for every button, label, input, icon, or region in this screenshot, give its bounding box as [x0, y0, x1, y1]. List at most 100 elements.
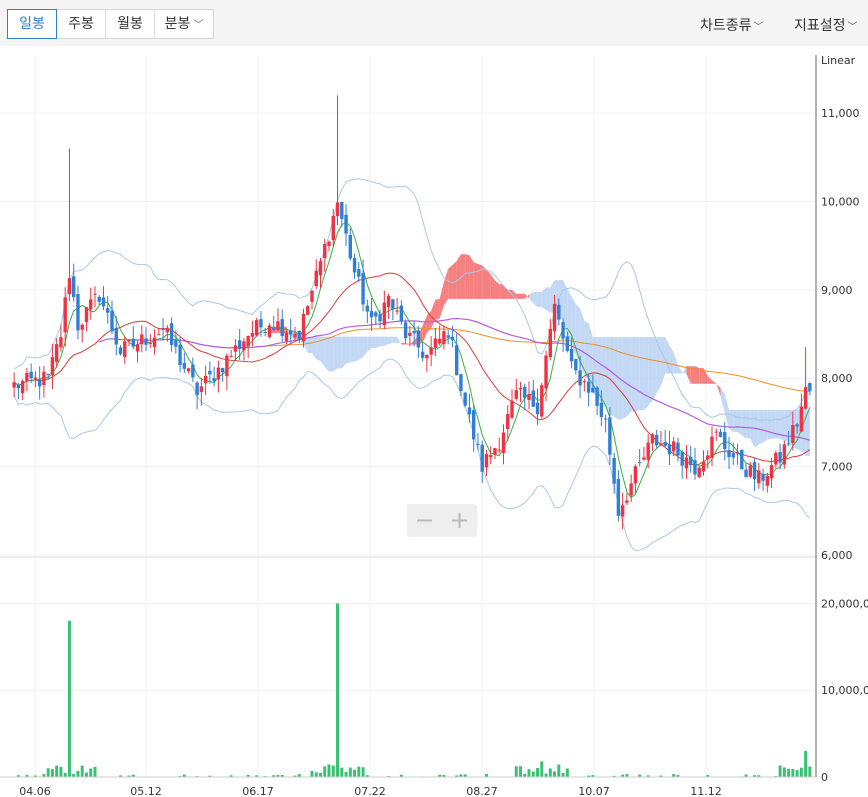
candle-body [795, 424, 799, 427]
candle-body [42, 371, 46, 386]
stock-chart[interactable]: Linear 6,000 7,000 8,000 9,000 10,000 11,000 0 1… [0, 0, 868, 797]
cloud-segment [541, 287, 547, 310]
candle-body [123, 341, 127, 357]
candle-body [408, 332, 412, 336]
cloud-segment [763, 409, 768, 443]
candle-body [484, 454, 489, 468]
candle-body [493, 448, 497, 455]
candle-body [135, 344, 140, 352]
volume-bar [310, 770, 314, 777]
cloud-segment [686, 366, 691, 384]
candle-body [225, 355, 229, 377]
volume-bar [331, 765, 335, 777]
volume-bar [553, 771, 557, 777]
candle-body [574, 358, 578, 371]
candle-body [752, 462, 757, 480]
candle-body [37, 379, 42, 387]
candle-body [429, 347, 433, 355]
cloud-segment [643, 337, 649, 411]
candle-body [684, 457, 689, 469]
candle-body [233, 345, 238, 352]
candle-body [527, 394, 531, 400]
candle-body [578, 370, 582, 386]
cloud-segment [639, 337, 644, 411]
candle-body [663, 442, 667, 446]
cloud-segment [712, 380, 717, 384]
tab-daily[interactable]: 일봉 [7, 9, 57, 39]
candle-body [131, 338, 135, 347]
candle-body [569, 349, 574, 362]
zoom-out-button[interactable]: − [407, 504, 442, 537]
candle-body [514, 390, 518, 399]
candle-body [646, 442, 650, 460]
x-tick-label: 08.27 [466, 785, 498, 797]
cloud-segment [716, 383, 721, 396]
candle-body [459, 374, 463, 391]
volume-bar [55, 765, 59, 777]
cloud-segment [631, 337, 636, 412]
cloud-segment [741, 409, 747, 439]
cloud-segment [537, 291, 542, 308]
cloud-segment [371, 336, 376, 348]
cloud-segment [358, 336, 364, 361]
candle-body [433, 338, 438, 348]
cloud-segment [354, 336, 359, 362]
candle-body [531, 390, 535, 407]
grid-lines [0, 55, 816, 778]
candle-body [561, 322, 565, 339]
volume-bar [514, 766, 518, 777]
candle-body [489, 455, 493, 458]
cloud-segment [363, 336, 368, 358]
volume-bar [557, 764, 561, 777]
candle-body [642, 457, 646, 460]
volume-tick-label: 0 [821, 771, 828, 784]
candle-body [735, 453, 740, 455]
candle-body [203, 375, 208, 384]
volume-bar [544, 773, 548, 777]
candle-body [297, 330, 301, 340]
candlestick-series [12, 95, 812, 530]
candle-body [523, 386, 527, 398]
cloud-segment [346, 336, 351, 364]
candle-body [335, 202, 340, 217]
zoom-in-button[interactable]: + [442, 504, 477, 537]
candle-body [118, 347, 123, 355]
x-tick-label: 06.17 [242, 785, 274, 797]
candle-body [220, 368, 225, 373]
candle-body [93, 293, 97, 295]
cloud-segment [341, 336, 347, 369]
candle-body [391, 299, 395, 310]
candle-body [633, 466, 638, 484]
candle-body [357, 269, 361, 277]
candle-body [786, 443, 791, 445]
candle-body [535, 402, 540, 415]
candle-body [50, 357, 55, 376]
candle-body [586, 381, 591, 393]
cloud-segment [720, 387, 725, 414]
price-tick-label: 11,000 [821, 107, 860, 120]
candle-body [620, 505, 625, 517]
candle-body [152, 337, 157, 347]
candle-body [548, 328, 552, 358]
cloud-segment [707, 375, 712, 384]
candle-body [97, 296, 101, 302]
candle-body [144, 338, 148, 345]
zoom-control: − + [407, 504, 477, 537]
candle-body [89, 299, 93, 310]
candle-body [340, 202, 344, 219]
candle-body [740, 449, 744, 470]
candle-body [689, 456, 693, 466]
candle-body [323, 243, 327, 259]
candle-body [450, 336, 455, 340]
candle-body [680, 451, 684, 466]
cloud-segment [375, 336, 381, 348]
volume-bar [791, 768, 795, 777]
candle-body [650, 434, 655, 444]
candle-body [301, 313, 306, 342]
volume-bar [519, 766, 522, 777]
candle-body [140, 334, 144, 345]
candle-body [212, 378, 216, 382]
volume-bar [59, 766, 63, 777]
candle-body [616, 478, 621, 516]
candle-body [280, 319, 284, 337]
